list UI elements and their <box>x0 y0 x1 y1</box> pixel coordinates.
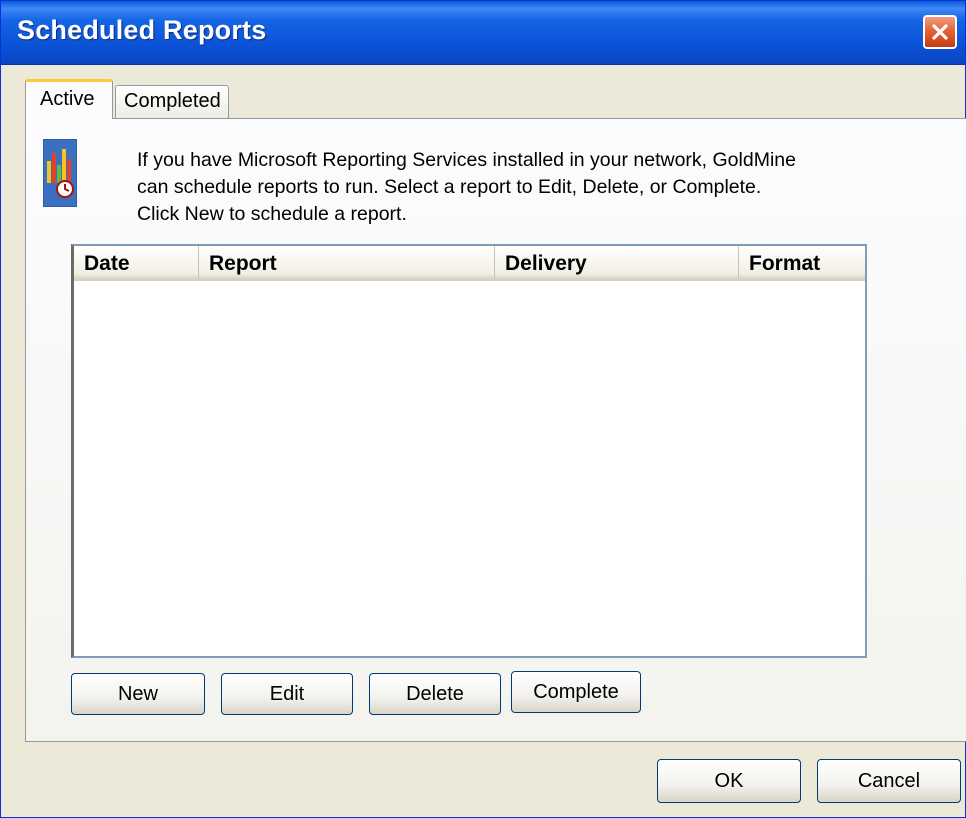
tab-active[interactable]: Active <box>25 79 113 119</box>
complete-button[interactable]: Complete <box>511 671 641 713</box>
close-icon <box>932 24 948 40</box>
ok-button[interactable]: OK <box>657 759 801 803</box>
info-text: If you have Microsoft Reporting Services… <box>137 147 877 228</box>
tab-active-label: Active <box>40 88 95 110</box>
list-header: Date Report Delivery Format <box>74 246 865 281</box>
column-header-date[interactable]: Date <box>74 246 196 279</box>
scheduled-reports-dialog: Scheduled Reports Active Completed If yo… <box>0 0 966 818</box>
close-button[interactable] <box>923 15 957 49</box>
title-bar: Scheduled Reports <box>1 1 965 65</box>
cancel-button[interactable]: Cancel <box>817 759 961 803</box>
scheduled-reports-list[interactable]: Date Report Delivery Format <box>71 244 867 658</box>
tab-completed[interactable]: Completed <box>115 85 229 118</box>
info-line: Click New to schedule a report. <box>137 203 407 225</box>
new-button[interactable]: New <box>71 673 205 715</box>
tab-completed-label: Completed <box>124 90 221 112</box>
column-header-report[interactable]: Report <box>198 246 494 279</box>
column-header-delivery[interactable]: Delivery <box>494 246 738 279</box>
info-line: If you have Microsoft Reporting Services… <box>137 149 796 171</box>
report-chart-icon <box>43 139 77 207</box>
delete-button[interactable]: Delete <box>369 673 501 715</box>
info-line: can schedule reports to run. Select a re… <box>137 176 762 198</box>
list-body[interactable] <box>74 281 865 656</box>
window-title: Scheduled Reports <box>17 15 267 45</box>
edit-button[interactable]: Edit <box>221 673 353 715</box>
column-header-format[interactable]: Format <box>738 246 866 279</box>
